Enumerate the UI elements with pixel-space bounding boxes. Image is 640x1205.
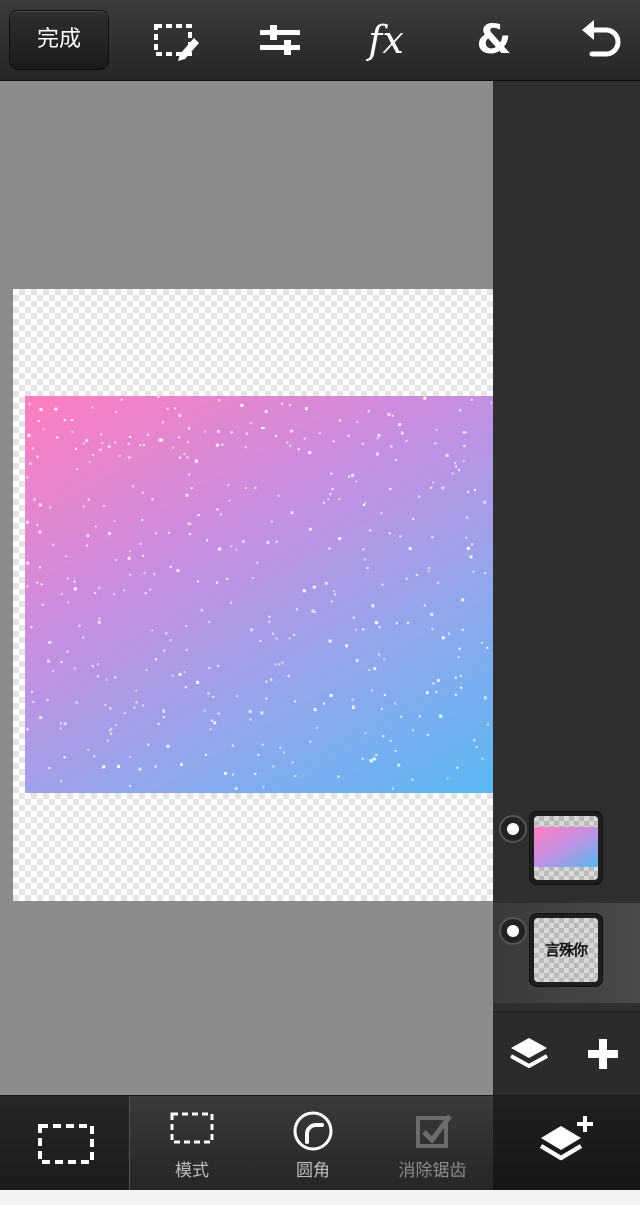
- layers-panel: 言殊你: [493, 81, 640, 1096]
- add-layer-icon[interactable]: [579, 1030, 627, 1078]
- layers-add-icon: [539, 1116, 593, 1161]
- layer-thumb-text: 言殊你: [544, 941, 588, 959]
- mode-tool[interactable]: 模式: [130, 1096, 254, 1191]
- antialias-tool[interactable]: 消除锯齿: [372, 1096, 493, 1191]
- bottom-strip: [0, 1190, 640, 1205]
- layer-item-text[interactable]: 言殊你: [493, 903, 640, 1003]
- photo-editor-app: 完成 fx & 言殊你 模式 圆角 消除锯齿: [0, 0, 640, 1191]
- layer-thumbnail: [529, 811, 603, 885]
- adjustments-icon[interactable]: [254, 14, 306, 66]
- layer-visibility-toggle[interactable]: [499, 917, 527, 945]
- mode-label: 模式: [175, 1161, 209, 1181]
- rect-select-tool[interactable]: [0, 1096, 130, 1191]
- gradient-layer-content: [25, 396, 493, 793]
- layer-item-gradient[interactable]: [493, 801, 640, 901]
- layers-stack-icon[interactable]: [505, 1030, 553, 1078]
- layer-visibility-toggle[interactable]: [499, 815, 527, 843]
- round-corner-tool[interactable]: 圆角: [254, 1096, 372, 1191]
- layer-actions: [493, 1011, 640, 1096]
- top-toolbar: 完成 fx &: [0, 0, 640, 81]
- mode-icon: [170, 1112, 214, 1144]
- fx-icon[interactable]: fx: [360, 14, 412, 66]
- rect-select-icon: [38, 1124, 94, 1164]
- layer-thumbnail: 言殊你: [529, 913, 603, 987]
- selection-edit-icon[interactable]: [150, 14, 202, 66]
- bottom-toolbar: 模式 圆角 消除锯齿: [0, 1095, 640, 1191]
- sparkle-noise: [25, 396, 493, 790]
- round-corner-icon: [293, 1111, 333, 1151]
- done-button[interactable]: 完成: [10, 11, 108, 69]
- antialias-icon: [416, 1114, 452, 1148]
- blend-icon[interactable]: &: [468, 14, 520, 66]
- add-layer-stack-button[interactable]: [493, 1096, 640, 1191]
- round-corner-label: 圆角: [296, 1161, 330, 1181]
- document-canvas[interactable]: [13, 289, 493, 901]
- canvas-workspace[interactable]: [0, 81, 493, 1095]
- antialias-label: 消除锯齿: [398, 1161, 467, 1181]
- undo-icon[interactable]: [574, 14, 626, 66]
